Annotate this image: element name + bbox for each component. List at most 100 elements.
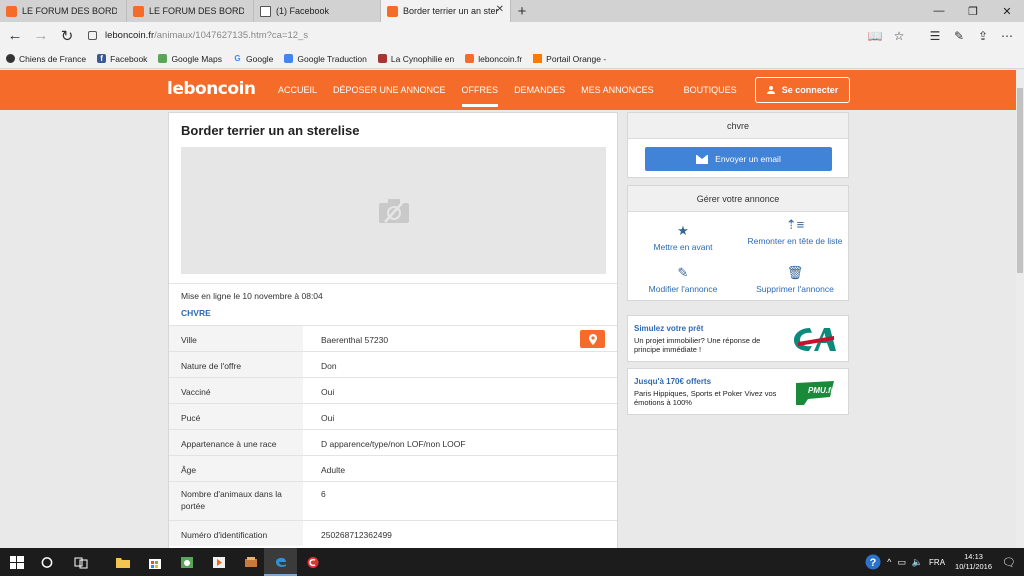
leboncoin-logo[interactable]: leboncoin: [167, 79, 256, 99]
favorites-bar: Chiens de France f Facebook Google Maps …: [0, 49, 1024, 69]
contact-name: chvre: [628, 113, 848, 139]
browser-tab-leboncoin[interactable]: Border terrier un an stere ✕: [381, 0, 511, 22]
taskbar-photos[interactable]: [170, 548, 203, 576]
edit-ad-button[interactable]: ✎ Modifier l'annonce: [628, 266, 738, 295]
attr-key: Vacciné: [169, 378, 303, 403]
connect-button[interactable]: Se connecter: [755, 77, 850, 103]
attr-value: D apparence/type/non LOF/non LOOF: [321, 439, 466, 449]
window-controls: — ❐ ✕: [922, 0, 1024, 22]
restore-icon[interactable]: ❐: [956, 0, 990, 22]
taskbar-media-player[interactable]: [202, 548, 235, 576]
attr-value: Baerenthal 57230: [303, 326, 617, 351]
map-pin-button[interactable]: [580, 330, 605, 348]
tab-label: LE FORUM DES BORDER TE: [22, 6, 117, 16]
favorite-chiens-de-france[interactable]: Chiens de France: [6, 54, 86, 64]
favorite-google[interactable]: G Google: [233, 54, 273, 64]
minimize-icon[interactable]: —: [922, 0, 956, 22]
close-window-icon[interactable]: ✕: [990, 0, 1024, 22]
clock-time: 14:13: [964, 552, 983, 561]
bump-ad-button[interactable]: ⇡≡ Remonter en tête de liste: [740, 218, 850, 247]
favorite-star-icon[interactable]: ☆: [888, 29, 910, 43]
reading-view-icon[interactable]: 📖: [864, 29, 886, 43]
browser-tab-forum-2[interactable]: LE FORUM DES BORDER TE: [127, 0, 254, 22]
forward-arrow-icon[interactable]: →: [28, 23, 54, 49]
language-indicator[interactable]: FRA: [929, 558, 945, 567]
system-tray: ? ^ ▭ 🔈 FRA 14:13 10/11/2016 🗨: [865, 548, 1024, 576]
store-icon: [148, 558, 161, 569]
paw-icon: [377, 54, 387, 63]
promo-pmu[interactable]: Jusqu'à 170€ offerts Paris Hippiques, Sp…: [627, 368, 849, 415]
orange-icon: [533, 54, 543, 63]
boost-label: Mettre en avant: [653, 242, 713, 252]
send-email-label: Envoyer un email: [715, 154, 781, 164]
trash-icon: 🗑: [786, 265, 804, 280]
favorite-facebook[interactable]: f Facebook: [97, 54, 147, 64]
network-icon[interactable]: ▭: [897, 557, 906, 568]
promo-credit-agricole[interactable]: Simulez votre prêt Un projet immobilier?…: [627, 315, 849, 362]
favorite-label: La Cynophilie en: [390, 53, 455, 64]
task-view-button[interactable]: [64, 548, 97, 576]
url-field[interactable]: leboncoin.fr/animaux/1047627135.htm?ca=1…: [88, 30, 308, 41]
promo-text: Un projet immobilier? Une réponse de pri…: [634, 336, 761, 354]
page-scrollbar[interactable]: [1016, 70, 1024, 548]
nav-mes-annonces[interactable]: MES ANNONCES: [581, 85, 654, 95]
help-question-icon[interactable]: ?: [865, 554, 881, 570]
delete-label: Supprimer l'annonce: [756, 284, 834, 294]
map-pin-icon: [588, 333, 597, 345]
attr-value: Oui: [321, 413, 335, 423]
attr-key: Appartenance à une race: [169, 430, 303, 455]
nav-accueil[interactable]: ACCUEIL: [278, 85, 317, 95]
taskbar-edge[interactable]: [264, 548, 297, 576]
seller-name-link[interactable]: CHVRE: [181, 308, 211, 318]
taskbar-ccleaner[interactable]: [296, 548, 329, 576]
chevron-up-icon[interactable]: ^: [887, 557, 891, 567]
manage-actions: ★ Mettre en avant ⇡≡ Remonter en tête de…: [628, 213, 848, 301]
hub-icon[interactable]: ☰: [924, 29, 946, 43]
browser-tab-facebook[interactable]: (1) Facebook: [254, 0, 381, 22]
new-tab-button[interactable]: +: [511, 0, 533, 22]
contact-card: chvre Envoyer un email: [627, 112, 849, 178]
divider: [169, 283, 617, 284]
more-icon[interactable]: ⋯: [996, 29, 1018, 43]
start-button[interactable]: [0, 548, 33, 576]
taskbar-app-tray[interactable]: [234, 548, 267, 576]
attr-value: Don: [321, 361, 337, 371]
no-photo-camera-icon: [378, 198, 409, 223]
site-header: leboncoin ACCUEIL DÉPOSER UNE ANNONCE OF…: [0, 70, 1016, 110]
envelope-icon: [696, 154, 709, 164]
cortana-button[interactable]: [30, 548, 63, 576]
taskbar-store[interactable]: [138, 548, 171, 576]
favorite-leboncoin[interactable]: leboncoin.fr: [465, 54, 522, 64]
web-note-icon[interactable]: ✎: [948, 29, 970, 43]
connect-label: Se connecter: [781, 85, 839, 95]
share-icon[interactable]: ⇪: [972, 29, 994, 43]
nav-demandes[interactable]: DEMANDES: [514, 85, 565, 95]
browser-tab-forum-1[interactable]: LE FORUM DES BORDER TE: [0, 0, 127, 22]
favorite-label: Google Traduction: [297, 53, 367, 64]
clock[interactable]: 14:13 10/11/2016: [955, 552, 992, 572]
send-email-button[interactable]: Envoyer un email: [645, 147, 832, 171]
favorite-cynophilie[interactable]: La Cynophilie en: [377, 53, 455, 64]
page-icon: [260, 5, 271, 17]
nav-offres[interactable]: OFFRES: [461, 85, 498, 107]
boost-ad-button[interactable]: ★ Mettre en avant: [628, 224, 738, 253]
close-tab-icon[interactable]: ✕: [496, 4, 504, 15]
volume-icon[interactable]: 🔈: [912, 557, 923, 568]
refresh-icon[interactable]: ↻: [54, 23, 80, 49]
nav-boutiques[interactable]: BOUTIQUES: [684, 85, 737, 95]
notifications-icon[interactable]: 🗨: [1002, 556, 1016, 569]
favorite-label: Google: [246, 53, 274, 64]
delete-ad-button[interactable]: 🗑 Supprimer l'annonce: [740, 265, 850, 295]
favorite-google-traduction[interactable]: Google Traduction: [284, 53, 367, 64]
attr-key: Nature de l'offre: [169, 352, 303, 377]
favorite-google-maps[interactable]: Google Maps: [158, 54, 222, 64]
scrollbar-thumb[interactable]: [1017, 88, 1023, 273]
taskbar-file-explorer[interactable]: [106, 548, 139, 576]
back-arrow-icon[interactable]: ←: [2, 23, 28, 49]
attr-value: 250268712362499: [321, 530, 392, 540]
tab-label: LE FORUM DES BORDER TE: [149, 6, 244, 16]
favorite-portail-orange[interactable]: Portail Orange -: [533, 54, 606, 64]
nav-deposer-annonce[interactable]: DÉPOSER UNE ANNONCE: [333, 85, 446, 95]
promo-text: Paris Hippiques, Sports et Poker Vivez v…: [634, 389, 777, 407]
windows-logo-icon: [9, 555, 24, 569]
